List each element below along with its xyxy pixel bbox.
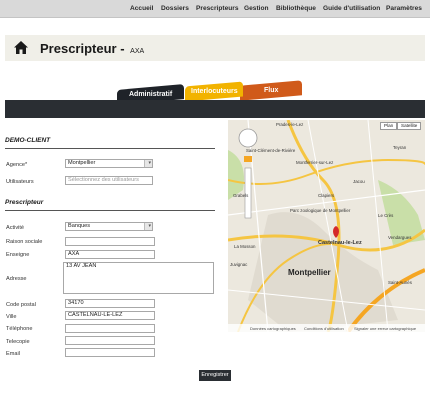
utilisateurs-input[interactable]: Sélectionnez des utilisateurs: [65, 176, 153, 185]
map-city-label: Montpellier: [288, 268, 331, 277]
page-subtitle: AXA: [130, 48, 145, 55]
top-navigation: Accueil Dossiers Prescripteurs Gestion B…: [0, 0, 430, 18]
nav-prescripteurs[interactable]: Prescripteurs: [196, 5, 239, 12]
activite-select[interactable]: Banques ▾: [65, 222, 153, 231]
agence-select[interactable]: Montpellier ▾: [65, 159, 153, 168]
map-place: Clapiers: [318, 193, 335, 198]
section-title-client: DEMO-CLIENT: [5, 137, 51, 144]
adresse-textarea[interactable]: 13 AV JEAN: [63, 262, 214, 294]
nav-dossiers[interactable]: Dossiers: [161, 5, 189, 12]
tab-interlocuteurs[interactable]: Interlocuteurs: [185, 81, 243, 102]
section-title-prescripteur: Prescripteur: [5, 199, 44, 206]
page-title-text: Prescripteur -: [40, 41, 125, 56]
code-postal-label: Code postal: [6, 302, 36, 308]
map-place: Saint-Clément-de-Rivière: [246, 148, 296, 153]
page-title: Prescripteur - AXA: [40, 41, 144, 56]
email-label: Email: [6, 351, 20, 357]
map-place: La Mosson: [234, 244, 256, 249]
home-icon[interactable]: [14, 41, 28, 54]
raison-sociale-input[interactable]: [65, 237, 155, 246]
utilisateurs-label: Utilisateurs: [6, 179, 34, 185]
map-type-plan[interactable]: Plan: [380, 122, 398, 130]
chevron-down-icon: ▾: [148, 223, 151, 229]
email-input[interactable]: [65, 348, 155, 357]
map-marker-label: Castelnau-le-Lez: [318, 240, 362, 246]
map-type-satellite[interactable]: Satellite: [397, 122, 422, 130]
map-place: Juvignac: [230, 262, 248, 267]
ville-label: Ville: [6, 314, 17, 320]
map-footer-terms[interactable]: Conditions d'utilisation: [304, 326, 344, 331]
section-divider: [5, 210, 215, 211]
nav-parametres[interactable]: Paramètres: [386, 5, 422, 12]
save-button[interactable]: Enregistrer: [199, 370, 231, 381]
raison-sociale-label: Raison sociale: [6, 239, 43, 245]
telephone-input[interactable]: [65, 324, 155, 333]
map-place: Le Crès: [378, 213, 394, 218]
telephone-label: Téléphone: [6, 326, 33, 332]
tab-content-bar: [5, 100, 425, 118]
map-place: Saint-Aunès: [388, 280, 412, 285]
agence-label: Agence*: [6, 162, 28, 168]
utilisateurs-placeholder: Sélectionnez des utilisateurs: [68, 177, 139, 183]
map-footer-data: Données cartographiques: [250, 326, 296, 331]
telecopie-input[interactable]: [65, 336, 155, 345]
adresse-label: Adresse: [6, 276, 27, 282]
nav-gestion[interactable]: Gestion: [244, 5, 269, 12]
map-footer-report[interactable]: Signaler une erreur cartographique: [354, 326, 416, 331]
agence-value: Montpellier: [68, 160, 96, 166]
nav-bibliotheque[interactable]: Bibliothèque: [276, 5, 316, 12]
tab-flux-label: Flux: [263, 87, 279, 95]
ville-input[interactable]: CASTELNAU-LE-LEZ: [65, 311, 155, 320]
enseigne-label: Enseigne: [6, 252, 30, 258]
nav-accueil[interactable]: Accueil: [130, 5, 153, 12]
map-place: Prades-le-Lez: [276, 122, 304, 127]
map-place: Grabels: [233, 193, 249, 198]
map-place: Teyran: [393, 145, 407, 150]
map-place: Parc zoologique de Montpellier: [290, 208, 351, 213]
activite-label: Activité: [6, 225, 25, 231]
nav-guide[interactable]: Guide d'utilisation: [323, 5, 380, 12]
pegman-icon[interactable]: [244, 156, 252, 162]
activite-value: Banques: [68, 223, 91, 229]
tab-interlocuteurs-label: Interlocuteurs: [190, 88, 238, 95]
telecopie-label: Telecopie: [6, 339, 30, 345]
map-view[interactable]: Plan Satellite Prades-le-Lez Saint-Cléme…: [228, 120, 425, 332]
map-place: Montferrier-sur-Lez: [296, 160, 334, 165]
chevron-down-icon: ▾: [148, 160, 151, 166]
enseigne-input[interactable]: AXA: [65, 250, 155, 259]
section-divider: [5, 148, 215, 149]
map-place: Vendargues: [388, 235, 412, 240]
code-postal-input[interactable]: 34170: [65, 299, 155, 308]
map-pan-control[interactable]: [238, 128, 258, 148]
map-footer: Données cartographiques Conditions d'uti…: [228, 324, 425, 332]
map-place: Jacou: [353, 179, 365, 184]
